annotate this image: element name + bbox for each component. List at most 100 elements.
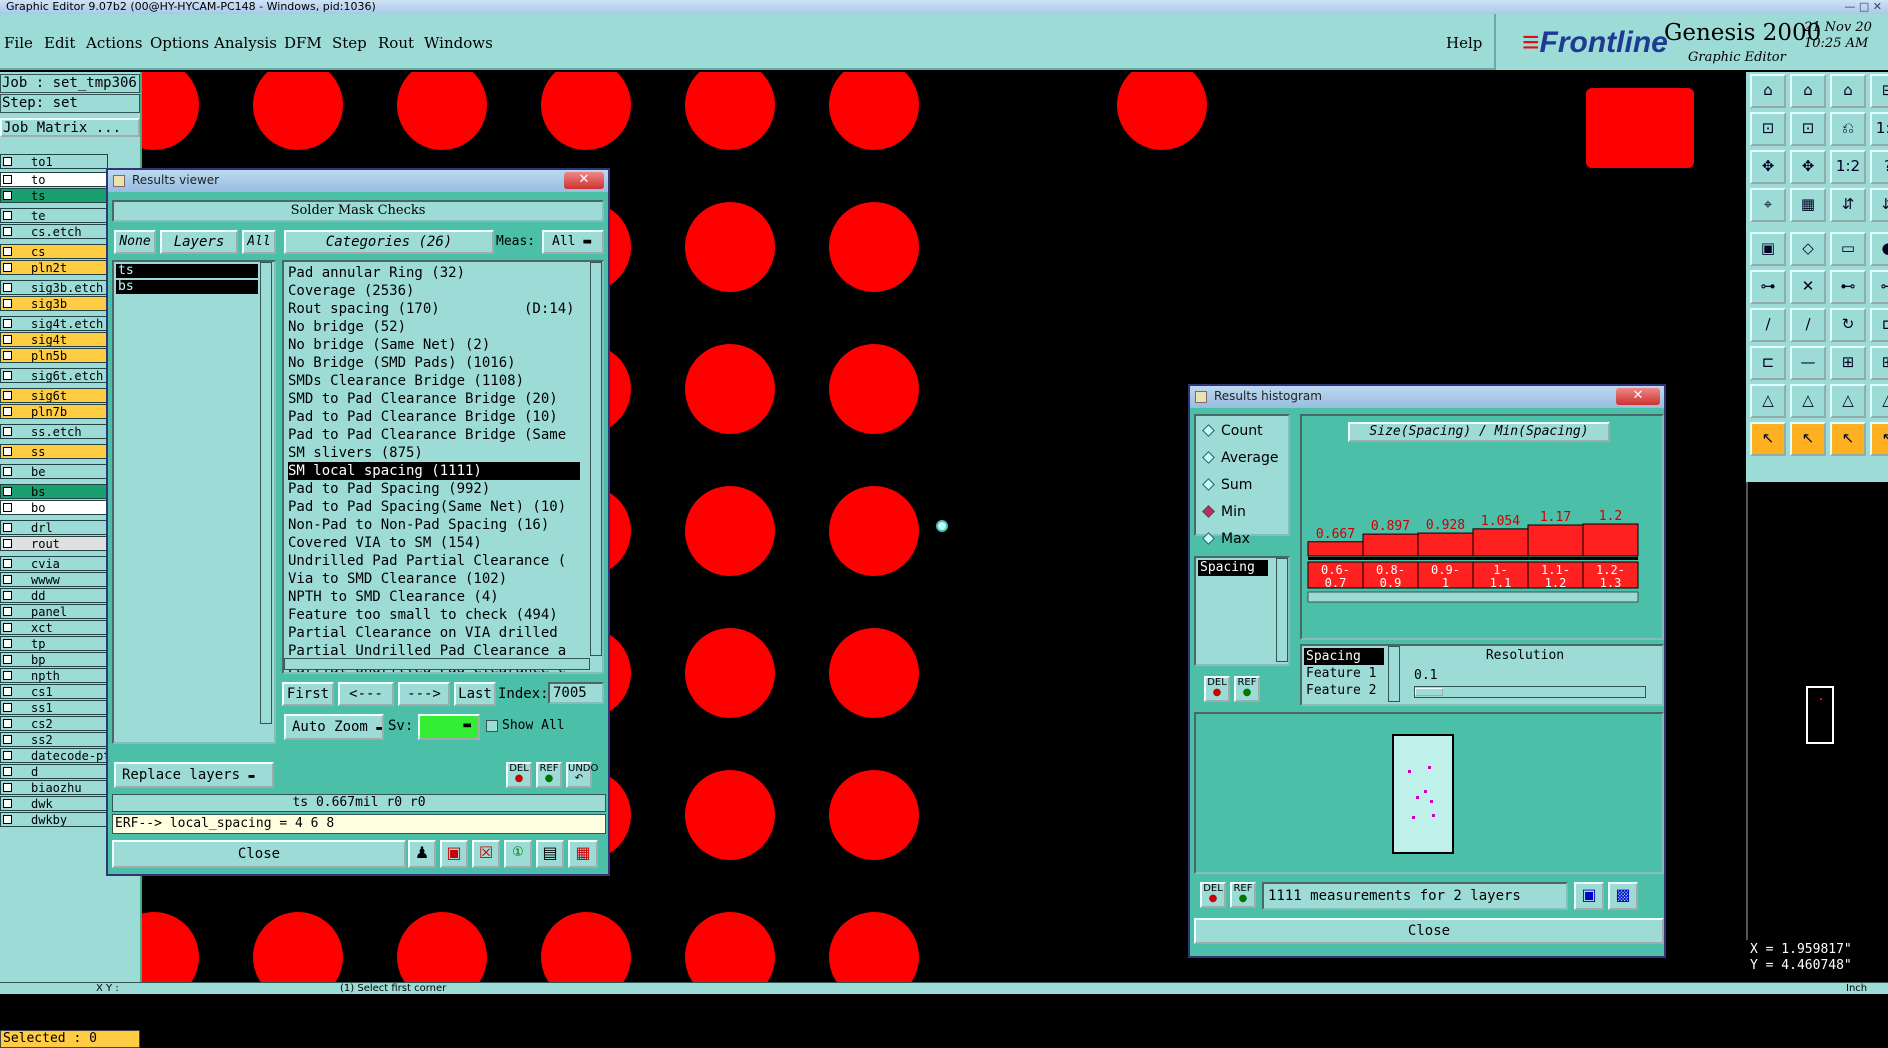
job-matrix-button[interactable]: Job Matrix ... [0,118,140,137]
chart-hscrollbar[interactable] [1307,591,1639,603]
layer-checkbox[interactable] [3,607,12,616]
layer-row-wwww[interactable]: wwww [0,572,108,587]
layer-row-cs-etch[interactable]: cs.etch [0,224,108,239]
tool-9-1-icon[interactable]: ↖ [1790,422,1826,456]
layer-checkbox[interactable] [3,447,12,456]
layer-row-ss-etch[interactable]: ss.etch [0,424,108,439]
result-layer-ts[interactable]: ts [116,264,258,278]
category-item[interactable]: Partial Clearance on VIA drilled [288,624,558,642]
layer-checkbox[interactable] [3,523,12,532]
layer-checkbox[interactable] [3,735,12,744]
menu-actions[interactable]: Actions [86,34,142,52]
layer-row-cs[interactable]: cs [0,244,108,259]
tool-4-2-icon[interactable]: ▭ [1830,232,1866,266]
tool-6-1-icon[interactable]: ∕ [1790,308,1826,342]
layer-row-sig3b[interactable]: sig3b [0,296,108,311]
layer-row-datecode-pth[interactable]: datecode-pth [0,748,108,763]
solder-mask-pad[interactable] [253,72,343,150]
tool-5-3-icon[interactable]: ⊶ [1870,270,1888,304]
histogram-ref-button[interactable]: REF ● [1234,676,1260,702]
layer-row-xct[interactable]: xct [0,620,108,635]
tool-4-1-icon[interactable]: ◇ [1790,232,1826,266]
menu-windows[interactable]: Windows [424,34,493,52]
category-item[interactable]: SM local spacing (1111) [288,462,580,480]
measure-list-scrollbar[interactable] [1276,558,1288,662]
category-item[interactable]: Feature too small to check (494) [288,606,558,624]
layer-checkbox[interactable] [3,767,12,776]
solder-mask-pad[interactable] [829,770,919,860]
menu-step[interactable]: Step [332,34,367,52]
layer-checkbox[interactable] [3,799,12,808]
category-item[interactable]: Non-Pad to Non-Pad Spacing (16) [288,516,549,534]
layer-checkbox[interactable] [3,719,12,728]
layer-row-npth[interactable]: npth [0,668,108,683]
category-item[interactable]: Undrilled Pad Partial Clearance ( [288,552,566,570]
layer-row-sig6t[interactable]: sig6t [0,388,108,403]
menu-options[interactable]: Options [150,34,209,52]
layer-row-ss2[interactable]: ss2 [0,732,108,747]
layer-row-dwk[interactable]: dwk [0,796,108,811]
tool-7-1-icon[interactable]: — [1790,346,1826,380]
replace-layers-select[interactable]: Replace layers ▬ [114,762,274,788]
solder-mask-pad[interactable] [685,486,775,576]
meas-select[interactable]: All ▬ [542,230,604,254]
solder-mask-pad[interactable] [685,628,775,718]
tool-1-1-icon[interactable]: ⊡ [1790,112,1826,146]
screen-view-button[interactable]: ▣ [440,840,468,868]
solder-mask-pad[interactable] [541,912,631,982]
histogram-bar[interactable] [1472,528,1529,557]
layer-checkbox[interactable] [3,815,12,824]
layer-row-drl[interactable]: drl [0,520,108,535]
index-input[interactable]: 7005 [548,682,604,704]
tool-9-3-icon[interactable]: ↖ [1870,422,1888,456]
layer-row-bp[interactable]: bp [0,652,108,667]
resolution-slider-handle[interactable] [1415,688,1443,696]
layer-checkbox[interactable] [3,247,12,256]
menu-analysis[interactable]: Analysis [214,34,277,52]
size-item-spacing[interactable]: Spacing [1304,648,1384,665]
histogram-bar[interactable] [1362,533,1419,557]
category-item[interactable]: Pad to Pad Spacing (992) [288,480,490,498]
category-scrollbar[interactable] [590,262,602,656]
layer-row-panel[interactable]: panel [0,604,108,619]
layer-row-cs2[interactable]: cs2 [0,716,108,731]
histogram-bar[interactable] [1307,541,1364,557]
mode-average[interactable]: Average [1202,449,1279,467]
menu-edit[interactable]: Edit [44,34,75,52]
tool-6-0-icon[interactable]: ∕ [1750,308,1786,342]
tool-3-3-icon[interactable]: ⇵ [1870,188,1888,222]
layer-checkbox[interactable] [3,703,12,712]
layer-row-be[interactable]: be [0,464,108,479]
category-item[interactable]: SMD to Pad Clearance Bridge (20) [288,390,558,408]
layer-checkbox[interactable] [3,591,12,600]
category-item[interactable]: Pad annular Ring (32) [288,264,465,282]
layer-checkbox[interactable] [3,299,12,308]
category-item[interactable]: Pad to Pad Clearance Bridge (10) [288,408,558,426]
layer-row-cvia[interactable]: cvia [0,556,108,571]
solder-mask-pad[interactable] [541,72,631,150]
tool-7-2-icon[interactable]: ⊞ [1830,346,1866,380]
layer-row-pln2t[interactable]: pln2t [0,260,108,275]
layer-checkbox[interactable] [3,391,12,400]
tool-5-2-icon[interactable]: ⊷ [1830,270,1866,304]
layer-row-to1[interactable]: to1 [0,154,108,169]
layer-row-sig4t[interactable]: sig4t [0,332,108,347]
layer-row-pln5b[interactable]: pln5b [0,348,108,363]
layer-checkbox[interactable] [3,371,12,380]
layer-checkbox[interactable] [3,191,12,200]
close-icon[interactable]: ✕ [564,172,604,189]
severity-color-select[interactable]: ▬ [418,714,480,740]
category-item[interactable]: Rout spacing (170) (D:14) [288,300,575,318]
layer-checkbox[interactable] [3,175,12,184]
histogram-bar[interactable] [1582,523,1639,557]
solder-mask-pad[interactable] [829,344,919,434]
close-button[interactable]: Close [112,840,406,868]
solder-mask-pad[interactable] [685,344,775,434]
layer-checkbox[interactable] [3,283,12,292]
tool-6-3-icon[interactable]: ⊏ [1870,308,1888,342]
layer-checkbox[interactable] [3,687,12,696]
solder-mask-pad[interactable] [829,72,919,150]
layer-row-ss1[interactable]: ss1 [0,700,108,715]
solder-mask-pad[interactable] [829,486,919,576]
histogram-button[interactable]: ▦ [568,840,598,868]
